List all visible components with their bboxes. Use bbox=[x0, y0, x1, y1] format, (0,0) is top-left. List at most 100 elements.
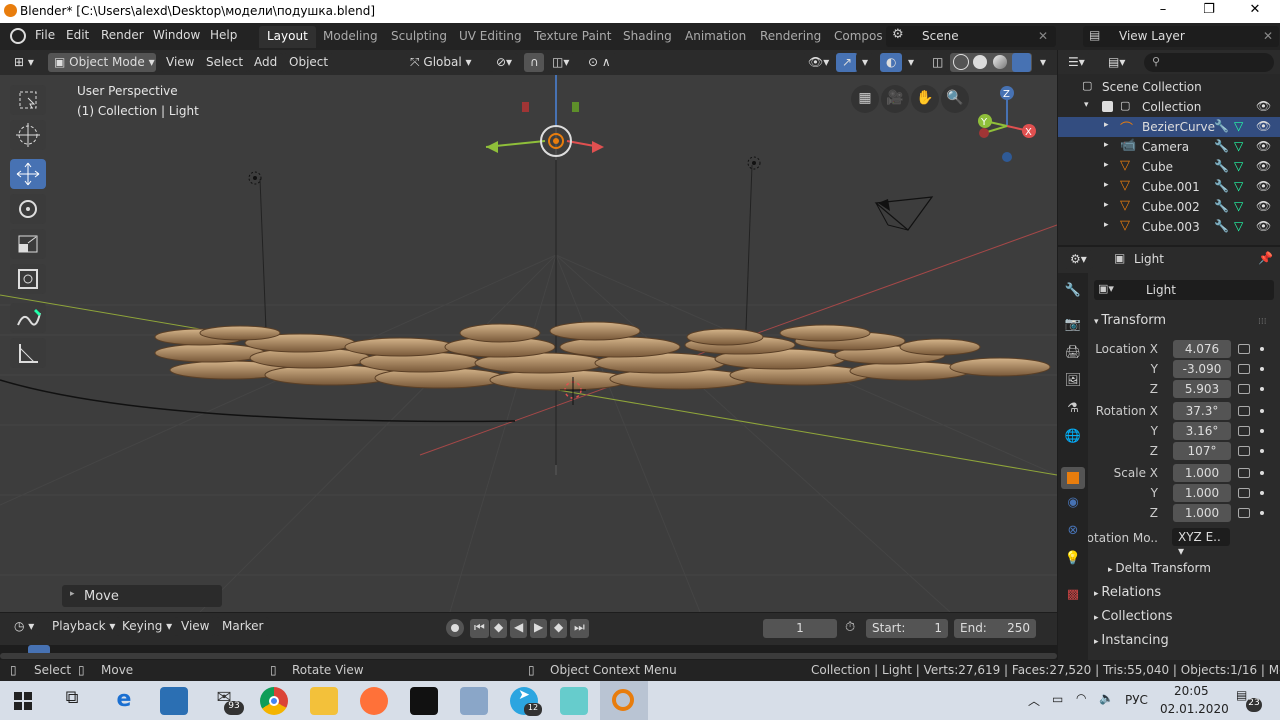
snap-target-icon[interactable]: ◫▾ bbox=[546, 53, 576, 72]
measure-tool[interactable] bbox=[10, 338, 46, 368]
eye-icon[interactable]: 👁 bbox=[1256, 179, 1271, 193]
pivot-icon[interactable]: ⊘▾ bbox=[490, 53, 519, 72]
blender-taskbar-item[interactable] bbox=[600, 681, 648, 720]
lock-icon[interactable] bbox=[1238, 446, 1250, 456]
modifier-icon[interactable]: 🔧 bbox=[1214, 219, 1229, 233]
tab-rendering[interactable]: Rendering bbox=[752, 26, 829, 48]
end-frame-field[interactable]: End: 250 bbox=[954, 619, 1036, 638]
add-menu[interactable]: Add bbox=[248, 53, 284, 72]
lock-icon[interactable] bbox=[1238, 344, 1250, 354]
shading-dropdown-icon[interactable]: ▾ bbox=[1034, 53, 1053, 72]
tab-animation[interactable]: Animation bbox=[677, 26, 754, 48]
output-tab-icon[interactable]: 🖨 bbox=[1061, 345, 1085, 367]
volume-icon[interactable]: 🔈 bbox=[1099, 691, 1114, 705]
outliner-item[interactable]: ▸ ⌒ BezierCurve 🔧 ▽ 👁 bbox=[1058, 117, 1280, 137]
start-frame-field[interactable]: Start: 1 bbox=[866, 619, 948, 638]
properties-editor-icon[interactable]: ⚙▾ bbox=[1064, 250, 1093, 269]
modifier-icon[interactable]: 🔧 bbox=[1214, 139, 1229, 153]
current-frame-field[interactable]: 1 bbox=[763, 619, 837, 638]
keyframe-dot-icon[interactable] bbox=[1260, 491, 1264, 495]
timeline-editor-icon[interactable]: ◷ ▾ bbox=[8, 617, 41, 636]
lock-icon[interactable] bbox=[1238, 406, 1250, 416]
view-layer-tab-icon[interactable]: 🖼 bbox=[1061, 373, 1085, 395]
clock-date[interactable]: 02.01.2020 bbox=[1160, 702, 1229, 716]
lock-icon[interactable] bbox=[1238, 508, 1250, 518]
menu-edit[interactable]: Edit bbox=[66, 28, 89, 42]
expand-arrow-icon[interactable]: ▸ bbox=[1104, 180, 1109, 190]
tab-layout[interactable]: Layout bbox=[259, 26, 316, 48]
mode-selector[interactable]: ▣ Object Mode ▾ bbox=[48, 53, 156, 72]
battery-icon[interactable]: ▭ bbox=[1052, 692, 1063, 706]
rotation-x-field[interactable]: 37.3° bbox=[1173, 402, 1231, 420]
keyframe-dot-icon[interactable] bbox=[1260, 511, 1264, 515]
file-explorer-icon[interactable] bbox=[310, 687, 338, 715]
scene-collection-row[interactable]: ▢ Scene Collection bbox=[1058, 77, 1280, 97]
menu-help[interactable]: Help bbox=[210, 28, 237, 42]
snap-icon[interactable]: ∩ bbox=[524, 53, 544, 72]
keyframe-dot-icon[interactable] bbox=[1260, 471, 1264, 475]
tool-tab-icon[interactable]: 🔧 bbox=[1061, 283, 1085, 305]
data-icon[interactable]: ▽ bbox=[1234, 219, 1243, 233]
tab-shading[interactable]: Shading bbox=[615, 26, 680, 48]
visibility-icon[interactable]: 👁▾ bbox=[802, 53, 836, 72]
overlay-toggle-icon[interactable]: ◐ bbox=[880, 53, 903, 72]
outliner-item[interactable]: ▸ ▽ Cube.001 🔧 ▽ 👁 bbox=[1058, 177, 1280, 197]
scale-z-field[interactable]: 1.000 bbox=[1173, 504, 1231, 522]
collection-row[interactable]: ▾ ▢ Collection 👁 bbox=[1058, 97, 1280, 117]
edge-browser-icon[interactable]: e bbox=[110, 687, 138, 715]
collections-header[interactable]: ▸ Collections bbox=[1094, 609, 1172, 624]
wifi-icon[interactable]: ◠ bbox=[1076, 691, 1086, 705]
lock-icon[interactable] bbox=[1238, 364, 1250, 374]
show-hidden-icons[interactable]: ︿ bbox=[1028, 692, 1040, 709]
collapse-arrow-icon[interactable]: ▾ bbox=[1084, 100, 1089, 110]
outliner-editor-icon[interactable]: ☰▾ bbox=[1062, 53, 1091, 72]
texture-tab-icon[interactable]: ▩ bbox=[1061, 587, 1085, 609]
keyframe-dot-icon[interactable] bbox=[1260, 409, 1264, 413]
task-view-icon[interactable]: ⧉ bbox=[58, 687, 86, 715]
navigation-gizmo[interactable]: Z X Y bbox=[970, 81, 1050, 171]
minimize-button[interactable]: – bbox=[1140, 2, 1186, 21]
move-tool[interactable] bbox=[10, 159, 46, 189]
keyframe-dot-icon[interactable] bbox=[1260, 449, 1264, 453]
notifications-icon[interactable]: ▤ 23 bbox=[1236, 688, 1262, 712]
jump-end-icon[interactable]: ⏭ bbox=[570, 619, 589, 638]
data-icon[interactable]: ▽ bbox=[1234, 119, 1243, 133]
eye-icon[interactable]: 👁 bbox=[1256, 219, 1271, 233]
physics-tab-icon[interactable]: ◉ bbox=[1061, 495, 1085, 517]
xray-toggle-icon[interactable]: ◫ bbox=[926, 53, 950, 72]
zoom-view-icon[interactable]: 🔍 bbox=[941, 85, 969, 113]
timeline-scrollbar[interactable] bbox=[0, 653, 1057, 659]
view-layer-remove-icon[interactable]: ✕ bbox=[1263, 29, 1273, 43]
close-button[interactable]: ✕ bbox=[1232, 2, 1278, 21]
scale-y-field[interactable]: 1.000 bbox=[1173, 484, 1231, 502]
checkbox-icon[interactable] bbox=[1102, 101, 1113, 112]
tab-modeling[interactable]: Modeling bbox=[315, 26, 386, 48]
start-button-icon[interactable] bbox=[14, 692, 32, 710]
pan-view-icon[interactable]: ✋ bbox=[911, 85, 939, 113]
modifier-icon[interactable]: 🔧 bbox=[1214, 179, 1229, 193]
world-tab-icon[interactable]: 🌐 bbox=[1061, 429, 1085, 451]
jump-start-icon[interactable]: ⏮ bbox=[470, 619, 489, 638]
location-z-field[interactable]: 5.903 bbox=[1173, 380, 1231, 398]
scene-remove-icon[interactable]: ✕ bbox=[1038, 29, 1048, 43]
select-box-tool[interactable] bbox=[10, 85, 46, 115]
proportional-edit-icon[interactable]: ⊙ ∧ bbox=[582, 53, 617, 72]
overlay-dropdown-icon[interactable]: ▾ bbox=[902, 53, 921, 72]
instancing-header[interactable]: ▸ Instancing bbox=[1094, 633, 1169, 648]
outliner-search-input[interactable]: ⚲ bbox=[1144, 53, 1274, 72]
maximize-button[interactable]: ❐ bbox=[1186, 2, 1232, 21]
3d-viewport[interactable]: User Perspective (1) Collection | Light … bbox=[0, 75, 1057, 612]
tab-uv-editing[interactable]: UV Editing bbox=[451, 26, 530, 48]
solid-shading-icon[interactable] bbox=[973, 55, 987, 69]
outliner-item[interactable]: ▸ ▽ Cube.002 🔧 ▽ 👁 bbox=[1058, 197, 1280, 217]
modifier-icon[interactable]: 🔧 bbox=[1214, 119, 1229, 133]
cursor-tool[interactable] bbox=[10, 120, 46, 150]
chrome-icon[interactable] bbox=[260, 687, 288, 715]
clock-time[interactable]: 20:05 bbox=[1174, 684, 1209, 698]
delta-transform-header[interactable]: ▸ Delta Transform bbox=[1108, 561, 1211, 575]
timeline-ruler[interactable] bbox=[0, 645, 1057, 661]
select-menu[interactable]: Select bbox=[200, 53, 250, 72]
scale-tool[interactable] bbox=[10, 229, 46, 259]
transform-section-header[interactable]: ▾ Transform bbox=[1094, 313, 1166, 328]
location-x-field[interactable]: 4.076 bbox=[1173, 340, 1231, 358]
